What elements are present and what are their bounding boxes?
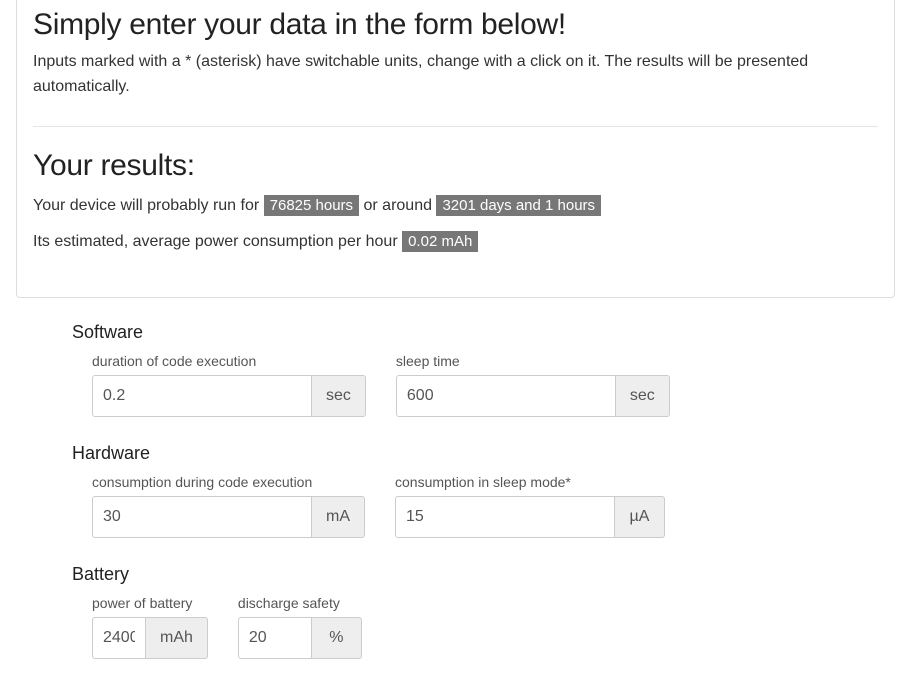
battery-row: power of battery mAh discharge safety %	[72, 595, 911, 659]
battery-power-label: power of battery	[92, 595, 208, 611]
divider	[33, 126, 878, 127]
discharge-field: discharge safety %	[238, 595, 362, 659]
runtime-days-badge: 3201 days and 1 hours	[436, 195, 601, 216]
result-consumption: Its estimated, average power consumption…	[33, 233, 878, 251]
battery-section-title: Battery	[72, 564, 911, 585]
panel-heading: Simply enter your data in the form below…	[33, 0, 878, 50]
sleep-consumption-field: consumption in sleep mode* µA	[395, 474, 665, 538]
discharge-unit[interactable]: %	[312, 617, 362, 659]
duration-input-group: sec	[92, 375, 366, 417]
duration-input[interactable]	[92, 375, 312, 417]
info-panel: Simply enter your data in the form below…	[16, 0, 895, 298]
duration-field: duration of code execution sec	[92, 353, 366, 417]
result-runtime: Your device will probably run for 76825 …	[33, 197, 878, 215]
sleep-consumption-input-group: µA	[395, 496, 665, 538]
duration-unit[interactable]: sec	[312, 375, 366, 417]
exec-consumption-unit[interactable]: mA	[312, 496, 365, 538]
battery-power-input-group: mAh	[92, 617, 208, 659]
sleep-label: sleep time	[396, 353, 670, 369]
duration-label: duration of code execution	[92, 353, 366, 369]
exec-consumption-input[interactable]	[92, 496, 312, 538]
battery-power-unit[interactable]: mAh	[146, 617, 208, 659]
avg-consumption-badge: 0.02 mAh	[402, 231, 478, 252]
hardware-section-title: Hardware	[72, 443, 911, 464]
discharge-input-group: %	[238, 617, 362, 659]
hardware-row: consumption during code execution mA con…	[72, 474, 911, 538]
result-runtime-prefix: Your device will probably run for	[33, 197, 264, 214]
discharge-input[interactable]	[238, 617, 312, 659]
sleep-input-group: sec	[396, 375, 670, 417]
runtime-hours-badge: 76825 hours	[264, 195, 359, 216]
exec-consumption-field: consumption during code execution mA	[92, 474, 365, 538]
software-row: duration of code execution sec sleep tim…	[72, 353, 911, 417]
results-heading: Your results:	[33, 149, 878, 183]
sleep-field: sleep time sec	[396, 353, 670, 417]
form-area: Software duration of code execution sec …	[0, 298, 911, 659]
battery-power-field: power of battery mAh	[92, 595, 208, 659]
sleep-consumption-input[interactable]	[395, 496, 615, 538]
result-consumption-prefix: Its estimated, average power consumption…	[33, 233, 402, 250]
sleep-input[interactable]	[396, 375, 616, 417]
discharge-label: discharge safety	[238, 595, 362, 611]
sleep-unit[interactable]: sec	[616, 375, 670, 417]
sleep-consumption-label: consumption in sleep mode*	[395, 474, 665, 490]
result-runtime-mid: or around	[359, 197, 436, 214]
exec-consumption-label: consumption during code execution	[92, 474, 365, 490]
panel-subtext: Inputs marked with a * (asterisk) have s…	[33, 50, 878, 100]
software-section-title: Software	[72, 322, 911, 343]
sleep-consumption-unit[interactable]: µA	[615, 496, 665, 538]
battery-power-input[interactable]	[92, 617, 146, 659]
exec-consumption-input-group: mA	[92, 496, 365, 538]
